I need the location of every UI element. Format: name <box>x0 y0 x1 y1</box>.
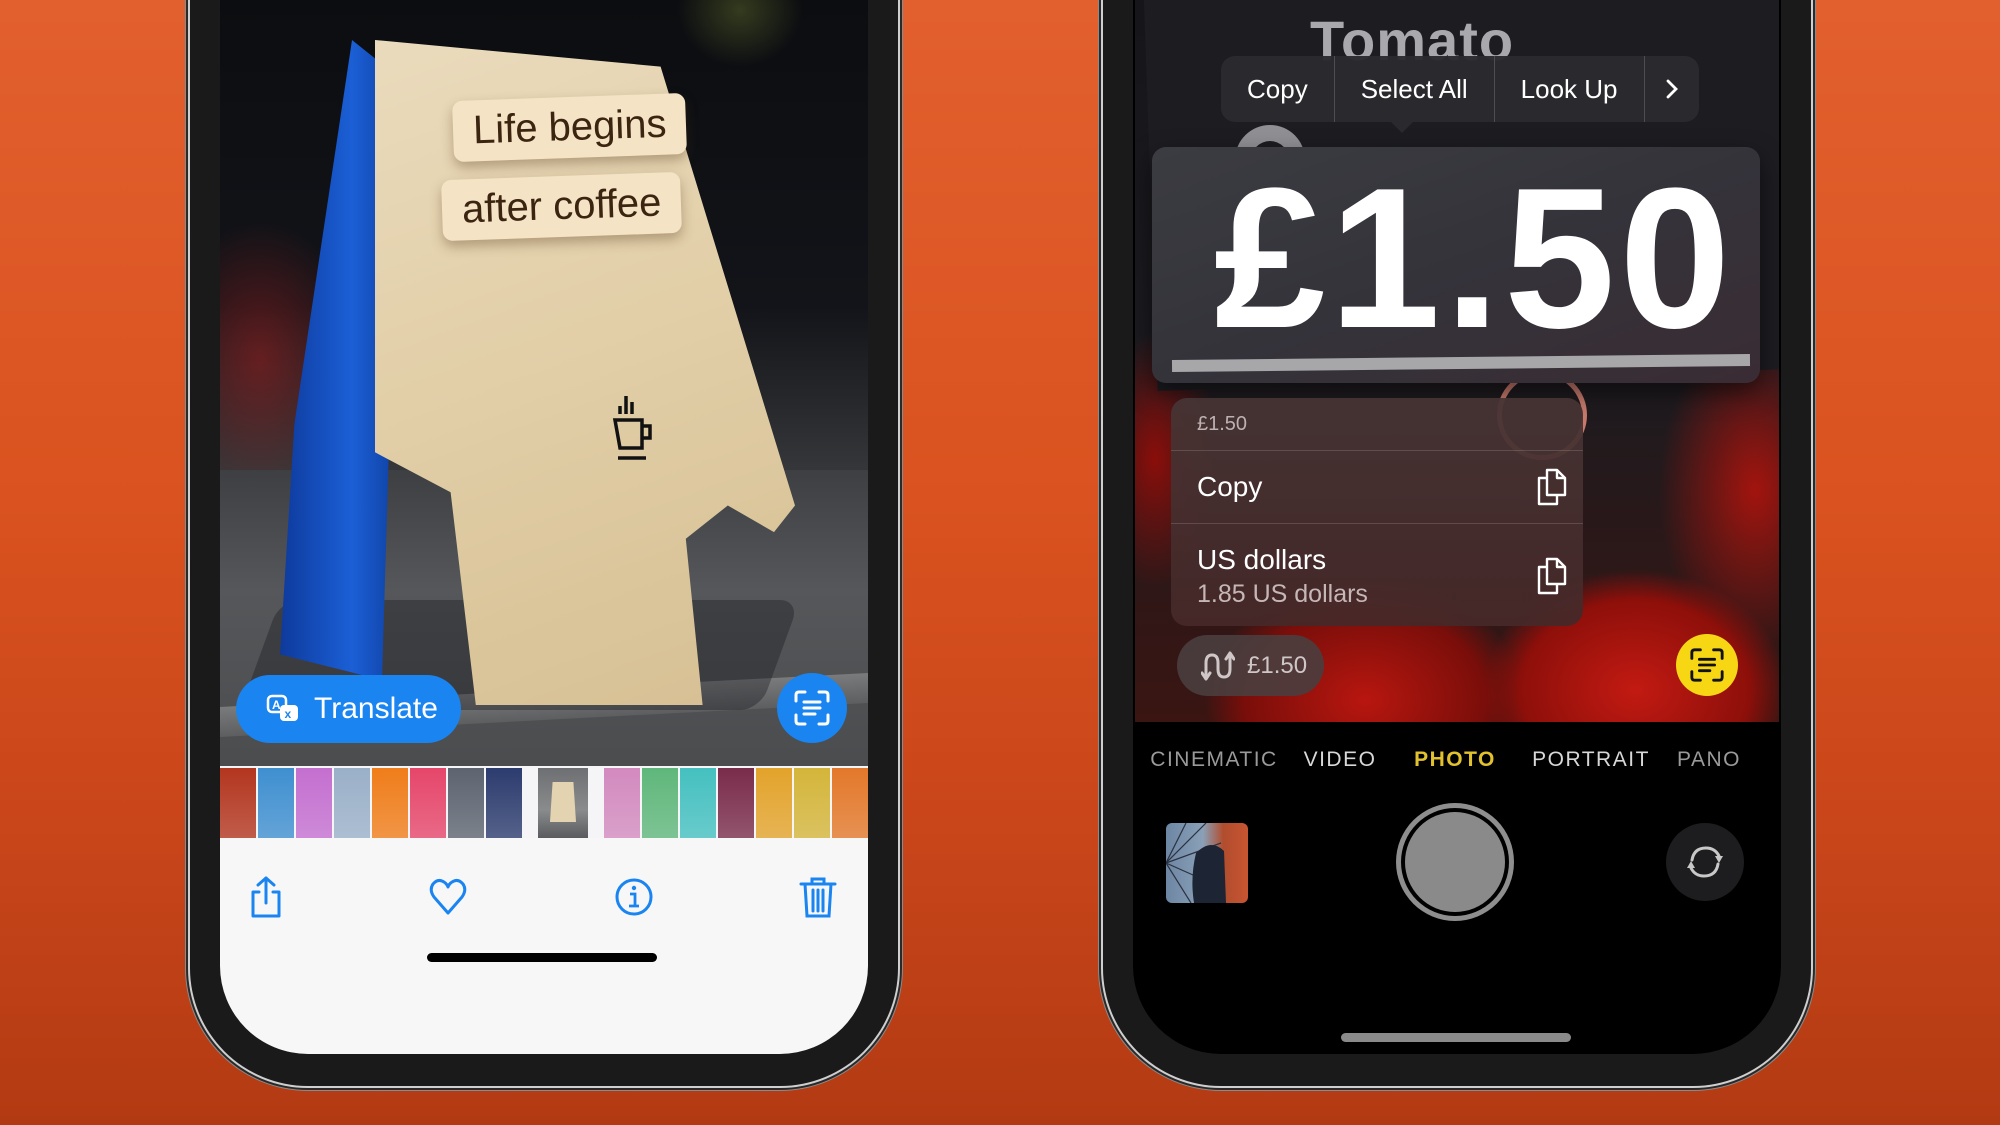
svg-text:x: x <box>285 707 292 721</box>
filmstrip-thumbnail[interactable] <box>296 768 332 838</box>
popup-copy-row[interactable]: Copy <box>1171 451 1583 524</box>
mode-cinematic[interactable]: CINEMATIC <box>1150 748 1277 772</box>
popup-usd-title: US dollars <box>1197 543 1327 575</box>
flip-camera-icon <box>1687 846 1723 878</box>
detected-price-text[interactable]: £1.50 <box>1214 159 1735 359</box>
popup-copy-label: Copy <box>1197 471 1263 502</box>
share-icon[interactable] <box>246 875 286 919</box>
filmstrip-thumbnail[interactable] <box>680 768 716 838</box>
last-photo-thumbnail[interactable] <box>1166 823 1248 903</box>
conversion-pill[interactable]: £1.50 <box>1177 635 1324 696</box>
translate-label: Translate <box>314 692 438 725</box>
filmstrip-thumbnail[interactable] <box>334 768 370 838</box>
live-text-button[interactable] <box>777 673 847 743</box>
translate-icon: A x <box>266 694 298 721</box>
convert-icon <box>1201 651 1235 680</box>
filmstrip-thumbnail[interactable] <box>486 768 522 838</box>
chevron-right-icon <box>1666 79 1678 99</box>
photo-view[interactable]: Life begins after coffee A x Translate <box>220 0 868 770</box>
info-icon[interactable] <box>614 875 654 919</box>
trash-icon[interactable] <box>798 875 838 919</box>
detected-text-line-2[interactable]: after coffee <box>441 171 683 242</box>
thumbnail-sign <box>550 782 576 822</box>
phone-photos: Life begins after coffee A x Translate <box>190 0 898 1086</box>
filmstrip-thumbnail[interactable] <box>220 768 256 838</box>
popup-usd-row[interactable]: US dollars 1.85 US dollars <box>1171 524 1583 626</box>
home-indicator[interactable] <box>427 953 657 962</box>
mode-video[interactable]: VIDEO <box>1304 748 1377 772</box>
home-indicator[interactable] <box>1341 1033 1571 1042</box>
flip-camera-button[interactable] <box>1666 823 1744 901</box>
photo-toolbar <box>220 838 868 1054</box>
mode-pano[interactable]: PANO <box>1677 748 1741 772</box>
copy-icon <box>1537 468 1567 506</box>
filmstrip-thumbnail[interactable] <box>718 768 754 838</box>
filmstrip-thumbnail[interactable] <box>642 768 678 838</box>
currency-popup: £1.50 Copy US dollars 1.85 US dollars <box>1171 398 1583 626</box>
popup-usd-value: 1.85 US dollars <box>1197 579 1368 608</box>
photos-screen: Life begins after coffee A x Translate <box>220 0 868 1054</box>
filmstrip-thumbnail-selected[interactable] <box>538 768 588 838</box>
mode-portrait[interactable]: PORTRAIT <box>1532 748 1650 772</box>
umbrella-photo <box>1166 823 1226 903</box>
filmstrip-thumbnail[interactable] <box>372 768 408 838</box>
filmstrip-thumbnail[interactable] <box>832 768 868 838</box>
live-text-scan-icon <box>794 690 830 726</box>
live-text-button[interactable] <box>1676 634 1738 696</box>
phone-camera: Tomato £1.50 Copy Select All Look Up £1.… <box>1103 0 1811 1086</box>
svg-text:A: A <box>272 698 281 712</box>
menu-look-up[interactable]: Look Up <box>1495 56 1645 122</box>
filmstrip-thumbnail[interactable] <box>604 768 640 838</box>
filmstrip-thumbnail[interactable] <box>448 768 484 838</box>
menu-pointer <box>1390 121 1414 133</box>
mode-photo[interactable]: PHOTO <box>1414 748 1496 772</box>
filmstrip[interactable] <box>220 766 868 840</box>
menu-more-button[interactable] <box>1645 56 1699 122</box>
filmstrip-thumbnail[interactable] <box>794 768 830 838</box>
live-text-scan-icon <box>1690 648 1724 682</box>
popup-header: £1.50 <box>1171 398 1583 451</box>
filmstrip-thumbnail[interactable] <box>756 768 792 838</box>
camera-mode-selector: CINEMATIC VIDEO PHOTO PORTRAIT PANO <box>1133 748 1781 778</box>
heart-icon[interactable] <box>428 875 468 919</box>
camera-viewfinder[interactable]: Tomato £1.50 Copy Select All Look Up £1.… <box>1135 0 1779 722</box>
coffee-cup-icon <box>612 396 652 460</box>
detected-text-line-1[interactable]: Life begins <box>452 92 688 163</box>
translate-button[interactable]: A x Translate <box>236 675 461 743</box>
shutter-button[interactable] <box>1396 803 1514 921</box>
copy-icon <box>1537 557 1567 595</box>
filmstrip-thumbnail[interactable] <box>410 768 446 838</box>
conversion-pill-label: £1.50 <box>1247 651 1308 679</box>
shutter-inner <box>1405 812 1505 912</box>
camera-screen: Tomato £1.50 Copy Select All Look Up £1.… <box>1133 0 1781 1054</box>
menu-copy[interactable]: Copy <box>1221 56 1335 122</box>
filmstrip-thumbnail[interactable] <box>258 768 294 838</box>
text-context-menu: Copy Select All Look Up <box>1221 56 1699 122</box>
menu-select-all[interactable]: Select All <box>1335 56 1495 122</box>
detected-price-card[interactable]: £1.50 <box>1152 147 1760 383</box>
